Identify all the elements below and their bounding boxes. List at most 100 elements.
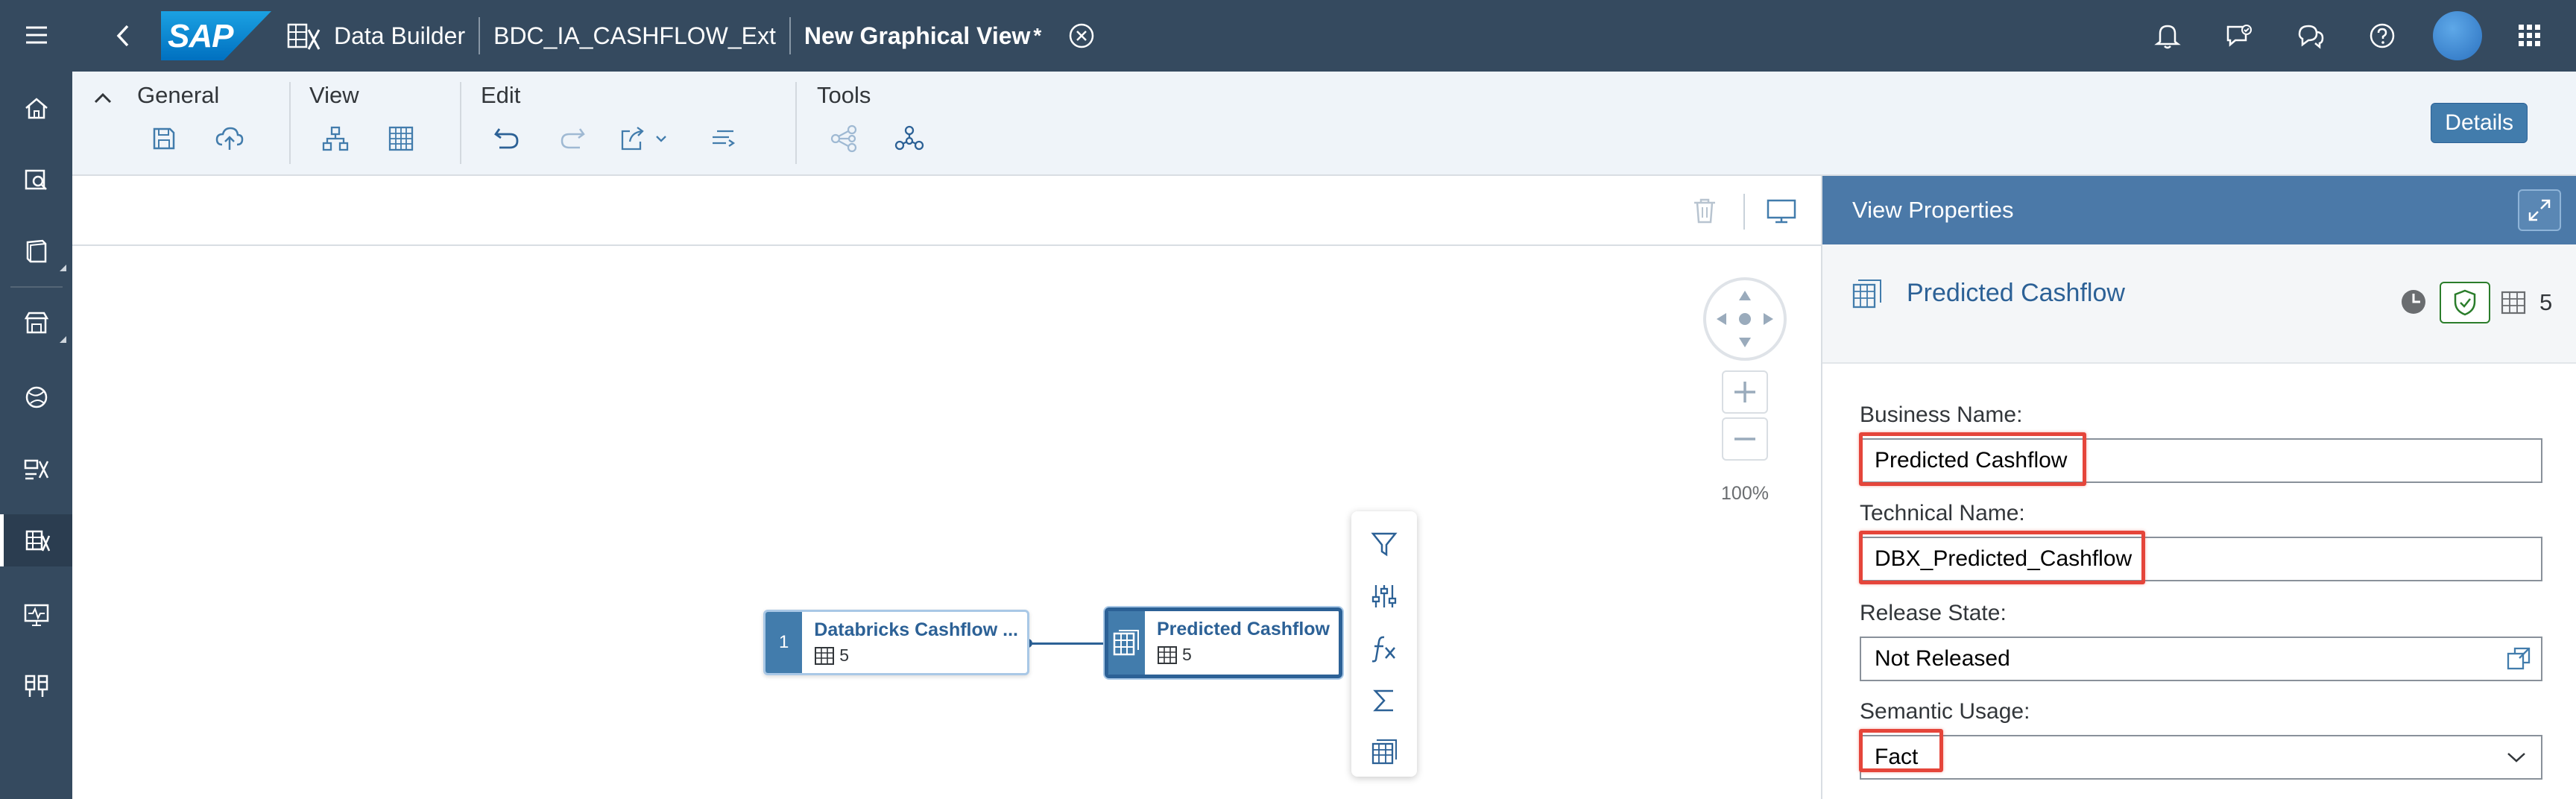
zoom-out-button[interactable] [1722,417,1768,461]
save-icon[interactable] [142,116,186,161]
user-avatar[interactable] [2433,11,2482,60]
status-clock-icon [2399,288,2428,320]
app-name[interactable]: Data Builder [334,22,465,50]
aggregation-icon[interactable] [1362,678,1407,723]
semantic-usage-label: Semantic Usage: [1860,699,2030,724]
view-node-icon [1108,611,1145,675]
connections-icon[interactable] [0,660,72,713]
impact-lineage-icon[interactable] [821,116,866,161]
product-switch-icon[interactable] [2509,22,2551,49]
help-icon[interactable] [2361,21,2403,51]
view-node[interactable]: Predicted Cashflow 5 [1105,607,1342,678]
back-icon[interactable] [98,23,148,48]
catalog-search-icon[interactable] [0,154,72,206]
editor-toolbar: General View Edit Tools Details [72,72,2576,176]
technical-name-label: Technical Name: [1860,501,2025,525]
data-builder-tools-icon[interactable] [0,443,72,495]
auto-layout-icon[interactable] [313,116,358,161]
export-menu-button[interactable] [616,116,675,161]
shell-divider [789,17,791,54]
calculated-columns-icon[interactable] [1362,574,1407,619]
data-builder-icon[interactable] [0,514,72,566]
business-name-label: Business Name: [1860,402,2023,427]
sidebar-divider [10,286,63,288]
submenu-indicator [60,336,66,343]
toolbar-separator [795,82,797,164]
node-context-toolbar [1351,511,1417,777]
toolbar-separator [289,82,291,164]
monitor-icon[interactable] [0,589,72,641]
zoom-level: 100% [1721,483,1769,504]
semantic-usage-select[interactable]: Fact [1860,735,2542,780]
sort-lines-icon[interactable] [701,116,745,161]
diagram-canvas[interactable] [72,246,1821,799]
canvas-toolbar [72,176,1821,246]
delete-icon[interactable] [1686,192,1723,230]
preview-mode-icon[interactable] [1763,192,1800,230]
toolbar-separator [1743,194,1745,230]
panel-header: View Properties [1822,176,2576,244]
panel-title: View Properties [1852,197,2014,223]
graph-network-icon[interactable] [887,116,932,161]
notifications-icon[interactable] [2147,21,2188,51]
undo-icon[interactable] [484,116,529,161]
space-name[interactable]: BDC_IA_CASHFLOW_Ext [493,22,776,50]
deploy-icon[interactable] [207,116,252,161]
highlight-business-name [1859,432,2086,486]
highlight-semantic-usage [1859,729,1943,772]
view-node-title: Predicted Cashflow [1157,619,1330,639]
group-general-title: General [137,82,220,108]
submenu-indicator [60,265,66,271]
columns-icon [815,646,835,665]
side-navigation [0,0,72,799]
object-header: Predicted Cashflow 5 [1822,244,2576,364]
group-tools-title: Tools [817,82,871,108]
menu-icon[interactable] [0,9,72,61]
function-icon[interactable] [1362,626,1407,671]
object-title: Predicted Cashflow [1907,279,2125,307]
close-document-icon[interactable] [1061,22,1102,50]
source-node-title: Databricks Cashflow ... [814,619,1018,640]
columns-icon [1158,645,1177,664]
protection-badge-icon[interactable] [2440,282,2490,323]
support-icon[interactable] [2290,21,2332,51]
shell-divider [479,17,481,54]
marketplace-icon[interactable] [0,297,72,349]
chevron-down-icon[interactable] [2499,744,2534,771]
preview-data-icon[interactable] [379,116,423,161]
release-state-value: Not Released [1875,646,2010,671]
navigation-control[interactable] [1703,277,1787,361]
highlight-technical-name [1859,531,2145,584]
business-builder-icon[interactable] [0,371,72,423]
columns-icon [2501,291,2526,318]
source-node[interactable]: 1 Databricks Cashflow ... 5 [763,610,1029,675]
value-help-icon[interactable] [2504,645,2534,672]
details-button[interactable]: Details [2431,103,2528,143]
collapse-toolbar-icon[interactable] [84,79,121,116]
properties-panel: View Properties Predicted Cashflow 5 Bus… [1821,176,2576,799]
filter-icon[interactable] [1362,522,1407,566]
release-state-field[interactable]: Not Released [1860,637,2542,681]
source-node-column-count: 5 [839,645,850,665]
node-connector [1027,642,1107,645]
home-icon[interactable] [0,82,72,134]
sap-logo-text: SAP [168,18,233,54]
repository-icon[interactable] [0,225,72,277]
zoom-in-button[interactable] [1722,370,1768,414]
expand-panel-icon[interactable] [2518,189,2561,231]
toolbar-separator [460,82,461,164]
data-builder-app-icon [283,19,325,52]
panel-column-count: 5 [2539,289,2553,315]
create-view-icon[interactable] [1362,729,1407,774]
group-edit-title: Edit [481,82,521,108]
view-object-icon [1851,276,1887,315]
modified-marker: * [1033,24,1042,47]
sap-logo[interactable]: SAP [161,11,271,60]
group-view-title: View [309,82,359,108]
feedback-icon[interactable] [2218,21,2260,51]
document-title: New Graphical View [804,22,1031,49]
source-node-badge: 1 [765,612,803,673]
redo-icon[interactable] [550,116,595,161]
view-node-column-count: 5 [1182,645,1192,664]
release-state-label: Release State: [1860,601,2007,625]
